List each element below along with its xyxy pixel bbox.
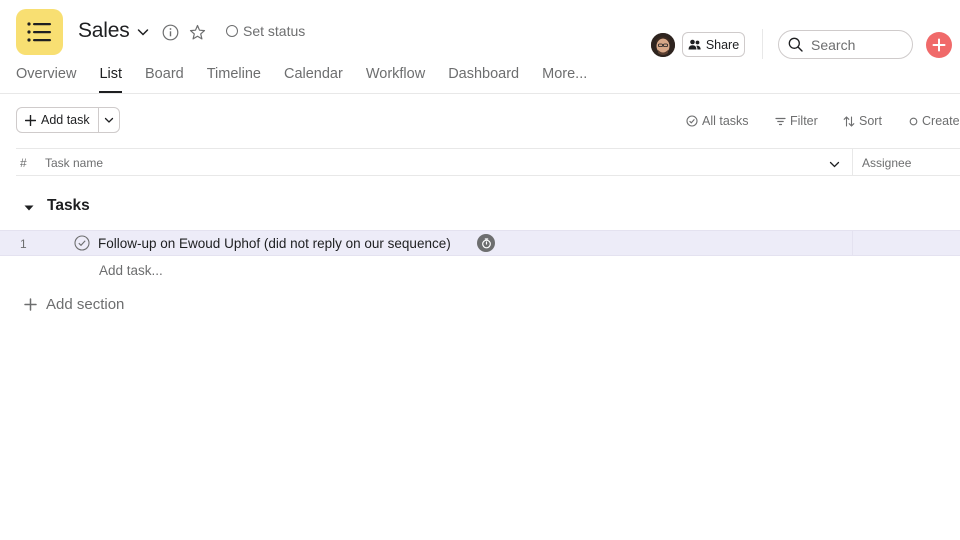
tab-timeline[interactable]: Timeline bbox=[207, 66, 261, 91]
header-separator bbox=[762, 29, 763, 59]
avatar[interactable] bbox=[651, 33, 675, 57]
status-circle-icon bbox=[909, 117, 918, 125]
tab-workflow[interactable]: Workflow bbox=[366, 66, 425, 91]
all-tasks-button[interactable]: All tasks bbox=[686, 114, 749, 128]
info-icon[interactable] bbox=[160, 22, 180, 42]
add-task-button[interactable]: Add task bbox=[17, 108, 99, 132]
column-header-assignee[interactable]: Assignee bbox=[862, 156, 911, 170]
project-icon[interactable] bbox=[16, 9, 63, 55]
filter-label: Filter bbox=[790, 114, 818, 128]
search-box[interactable] bbox=[778, 30, 913, 59]
plus-icon bbox=[25, 114, 36, 126]
complete-check-icon[interactable] bbox=[74, 235, 90, 256]
all-tasks-label: All tasks bbox=[702, 114, 749, 128]
add-task-inline[interactable]: Add task... bbox=[99, 263, 163, 278]
filter-icon bbox=[775, 117, 786, 125]
search-icon bbox=[788, 37, 803, 52]
sort-button[interactable]: Sort bbox=[843, 114, 882, 128]
tab-overview[interactable]: Overview bbox=[16, 66, 76, 91]
plus-icon bbox=[24, 298, 37, 311]
set-status-label: Set status bbox=[243, 23, 306, 39]
check-circle-icon bbox=[686, 115, 698, 127]
star-icon[interactable] bbox=[187, 22, 207, 42]
header-divider bbox=[0, 93, 960, 94]
global-add-button[interactable] bbox=[926, 32, 952, 58]
timer-icon[interactable] bbox=[477, 234, 495, 252]
add-section-label: Add section bbox=[46, 296, 125, 313]
sort-icon bbox=[843, 115, 855, 127]
column-options-chevron-icon[interactable] bbox=[829, 157, 840, 175]
plus-icon bbox=[932, 38, 946, 52]
create-label: Create bbox=[922, 114, 960, 128]
tab-more[interactable]: More... bbox=[542, 66, 587, 91]
status-circle-icon bbox=[226, 25, 238, 37]
project-tabs: Overview List Board Timeline Calendar Wo… bbox=[16, 66, 610, 93]
chevron-down-icon bbox=[104, 117, 113, 123]
column-divider bbox=[852, 149, 853, 175]
project-title[interactable]: Sales bbox=[78, 19, 130, 43]
chevron-down-icon[interactable] bbox=[133, 22, 153, 42]
sort-label: Sort bbox=[859, 114, 882, 128]
tab-list[interactable]: List bbox=[99, 66, 123, 93]
list-icon bbox=[27, 22, 51, 42]
search-input[interactable] bbox=[811, 36, 901, 53]
set-status-button[interactable]: Set status bbox=[226, 23, 305, 39]
table-top-divider bbox=[16, 148, 960, 149]
task-name[interactable]: Follow-up on Ewoud Uphof (did not reply … bbox=[98, 236, 451, 251]
people-icon bbox=[688, 39, 701, 50]
assignee-cell[interactable] bbox=[852, 230, 853, 256]
share-label: Share bbox=[705, 37, 740, 52]
add-task-dropdown-button[interactable] bbox=[99, 108, 119, 132]
tab-dashboard[interactable]: Dashboard bbox=[448, 66, 519, 91]
column-header-task-name[interactable]: Task name bbox=[45, 156, 103, 170]
tab-calendar[interactable]: Calendar bbox=[284, 66, 343, 91]
table-header-divider bbox=[16, 175, 960, 176]
add-task-split-button: Add task bbox=[16, 107, 120, 133]
section-title[interactable]: Tasks bbox=[47, 197, 90, 215]
add-task-label: Add task bbox=[41, 113, 90, 127]
create-button[interactable]: Create bbox=[909, 114, 960, 128]
share-button[interactable]: Share bbox=[682, 32, 745, 57]
add-section-button[interactable]: Add section bbox=[24, 296, 124, 313]
caret-down-icon[interactable] bbox=[23, 200, 35, 218]
tab-board[interactable]: Board bbox=[145, 66, 184, 91]
filter-button[interactable]: Filter bbox=[775, 114, 818, 128]
column-header-number: # bbox=[20, 156, 27, 170]
task-number: 1 bbox=[20, 237, 27, 251]
